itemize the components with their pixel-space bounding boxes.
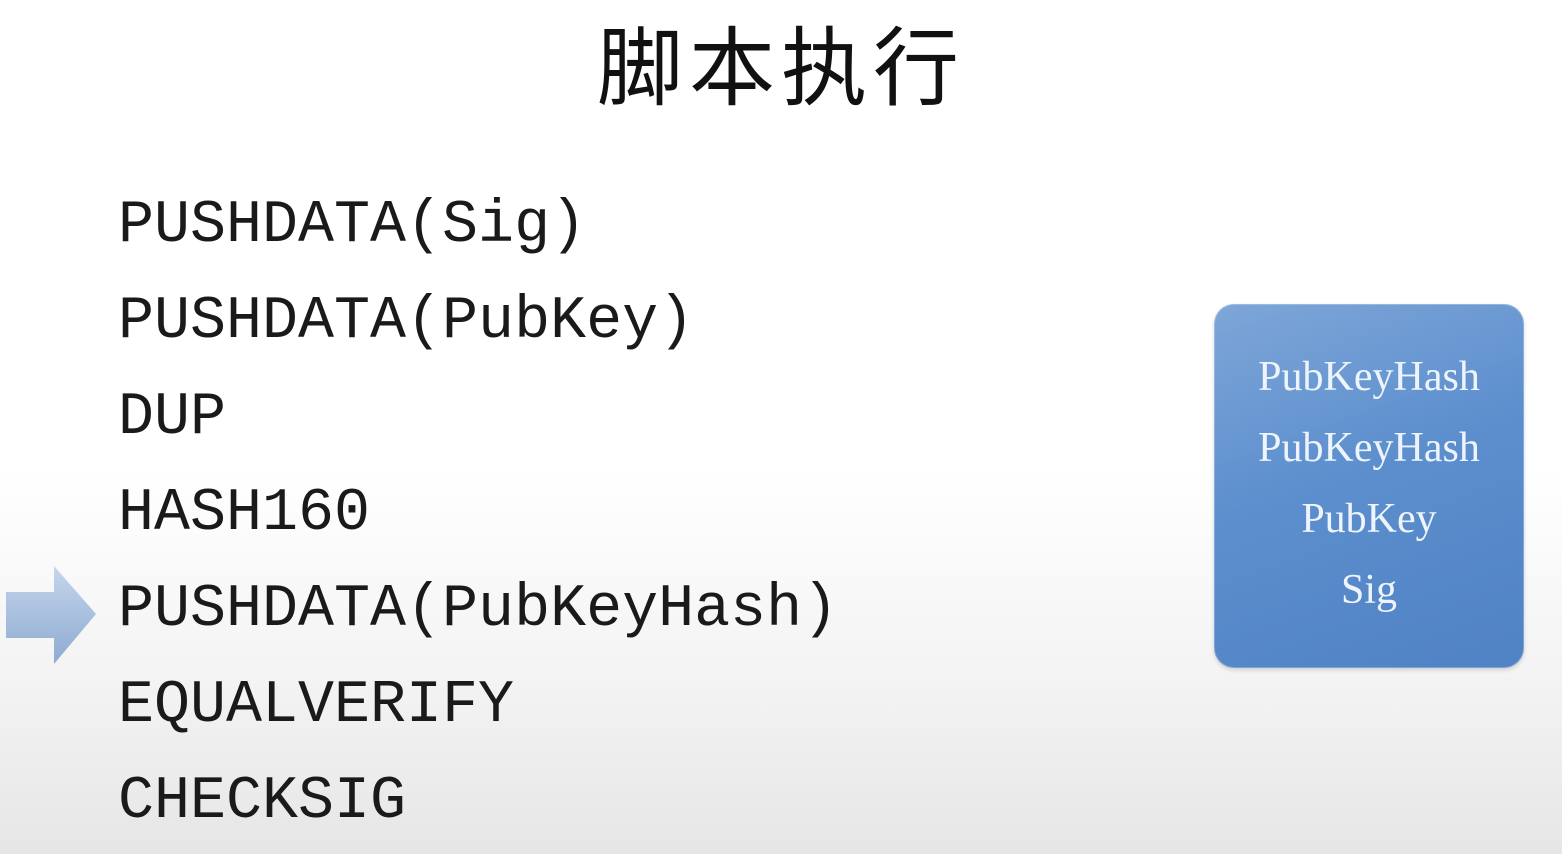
script-op: PUSHDATA(Sig) [118,192,587,260]
script-op: EQUALVERIFY [118,672,515,740]
stack-item: PubKeyHash [1258,354,1480,400]
script-op: PUSHDATA(PubKey) [118,288,695,356]
script-op-current: PUSHDATA(PubKeyHash) [118,576,839,644]
stack-box: PubKeyHash PubKeyHash PubKey Sig [1214,304,1524,668]
slide-title: 脚本执行 [597,19,965,119]
right-arrow-icon [6,566,96,664]
script-op-list: PUSHDATA(Sig) PUSHDATA(PubKey) DUP HASH1… [118,178,838,850]
stack-item: PubKeyHash [1258,425,1480,471]
slide: 脚本执行 PUSHDATA(Sig) PUSHDATA(PubKey) DUP … [0,0,1562,854]
stack-item: PubKey [1301,496,1437,542]
stack-item: Sig [1340,567,1398,613]
script-op: HASH160 [118,480,371,548]
script-op: DUP [118,384,227,452]
script-op: CHECKSIG [118,768,407,836]
